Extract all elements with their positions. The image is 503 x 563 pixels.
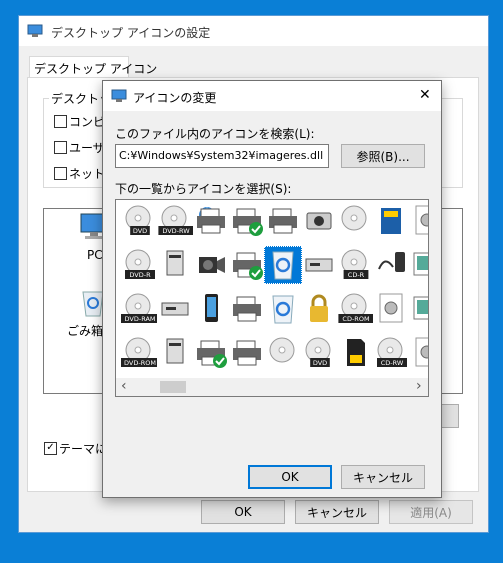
disc-dvd-r-icon[interactable]: DVD-R <box>120 246 158 284</box>
book-icon[interactable] <box>372 202 410 240</box>
theme-checkbox[interactable]: ✓ <box>44 442 57 455</box>
svg-text:DVD: DVD <box>133 227 147 235</box>
settings-doc-2-icon[interactable] <box>372 290 410 328</box>
settings-panel-icon[interactable] <box>408 334 428 372</box>
drive-tower-icon[interactable] <box>156 334 194 372</box>
disc-plain-icon[interactable] <box>264 334 302 372</box>
file-path-input[interactable]: C:¥Windows¥System32¥imageres.dll <box>115 144 329 168</box>
svg-text:DVD: DVD <box>313 359 327 367</box>
camera-icon[interactable] <box>300 202 338 240</box>
printer-2-icon[interactable] <box>228 290 266 328</box>
file-label: このファイル内のアイコンを検索(L): <box>115 127 315 141</box>
scrollbar-thumb[interactable] <box>160 381 186 393</box>
icon-grid[interactable]: DVD DVD-RW DVD-R CD-R DVD-RAM CD-ROM DVD… <box>115 199 429 397</box>
disc-dvd-ram-icon[interactable]: DVD-RAM <box>120 290 158 328</box>
svg-text:CD-R: CD-R <box>348 271 365 279</box>
network-checkbox[interactable] <box>54 167 67 180</box>
disc-cd-rom-icon[interactable]: CD-ROM <box>336 290 374 328</box>
printer-icon[interactable] <box>264 202 302 240</box>
user-files-checkbox[interactable] <box>54 141 67 154</box>
horizontal-scrollbar[interactable]: ‹ › <box>116 378 428 396</box>
browse-button[interactable]: 参照(B)... <box>341 144 425 168</box>
disc-cd-rw-icon[interactable]: CD-RW <box>372 334 410 372</box>
picture-2-icon[interactable] <box>408 290 428 328</box>
lock-icon[interactable] <box>300 290 338 328</box>
drive-flat-icon[interactable] <box>156 290 194 328</box>
dialog-window-icon <box>111 89 127 102</box>
scroll-right-arrow[interactable]: › <box>416 378 422 394</box>
ok-button-back[interactable]: OK <box>201 500 285 524</box>
svg-text:DVD-RAM: DVD-RAM <box>125 315 156 323</box>
svg-text:CD-RW: CD-RW <box>381 359 404 367</box>
network-printer-icon[interactable] <box>192 202 230 240</box>
title-bar: デスクトップ アイコンの設定 <box>19 16 488 46</box>
recycle-bin-icon[interactable] <box>264 290 302 328</box>
sd-card-icon[interactable] <box>336 334 374 372</box>
disc-cd-r-icon[interactable]: CD-R <box>336 246 374 284</box>
cancel-button[interactable]: キャンセル <box>341 465 425 489</box>
scroll-left-arrow[interactable]: ‹ <box>121 378 127 394</box>
close-icon[interactable]: ✕ <box>419 87 431 103</box>
dialog-title-bar: アイコンの変更 ✕ <box>103 81 441 111</box>
dialog-title: アイコンの変更 <box>133 91 217 105</box>
icon-list-label: 下の一覧からアイコンを選択(S): <box>115 182 292 196</box>
disc-blank-icon[interactable] <box>336 202 374 240</box>
svg-text:DVD-RW: DVD-RW <box>162 227 190 235</box>
disc-dvd-rom-icon[interactable]: DVD-ROM <box>120 334 158 372</box>
video-camera-icon[interactable] <box>192 246 230 284</box>
computer-icon-label: PC <box>87 248 103 262</box>
disc-dvd-rw-icon[interactable]: DVD-RW <box>156 202 194 240</box>
printer-3-icon[interactable] <box>228 334 266 372</box>
computer-checkbox[interactable] <box>54 115 67 128</box>
svg-text:DVD-R: DVD-R <box>129 271 151 279</box>
change-icon-dialog: アイコンの変更 ✕ このファイル内のアイコンを検索(L): C:¥Windows… <box>102 80 442 498</box>
svg-text:CD-ROM: CD-ROM <box>342 315 369 323</box>
phone-icon[interactable] <box>192 290 230 328</box>
ok-button[interactable]: OK <box>248 465 332 489</box>
printer-check-2-icon[interactable] <box>192 334 230 372</box>
hard-drive-icon[interactable] <box>300 246 338 284</box>
window-title: デスクトップ アイコンの設定 <box>51 26 211 40</box>
settings-doc-icon[interactable] <box>408 202 428 240</box>
apply-button-back[interactable]: 適用(A) <box>389 500 473 524</box>
recycle-bin-empty-icon[interactable] <box>264 246 302 284</box>
drive-small-icon[interactable] <box>156 246 194 284</box>
printer-default-icon[interactable] <box>228 246 266 284</box>
media-player-icon[interactable] <box>372 246 410 284</box>
picture-icon[interactable] <box>408 246 428 284</box>
tab-desktop-icons[interactable]: デスクトップ アイコン <box>29 56 157 78</box>
settings-window-icon <box>27 24 43 37</box>
recycle-bin-icon-label: ごみ箱 <box>67 324 104 338</box>
printer-check-icon[interactable] <box>228 202 266 240</box>
cancel-button-back[interactable]: キャンセル <box>295 500 379 524</box>
disc-dvd-2-icon[interactable]: DVD <box>300 334 338 372</box>
disc-dvd-icon[interactable]: DVD <box>120 202 158 240</box>
svg-text:DVD-ROM: DVD-ROM <box>124 359 156 367</box>
